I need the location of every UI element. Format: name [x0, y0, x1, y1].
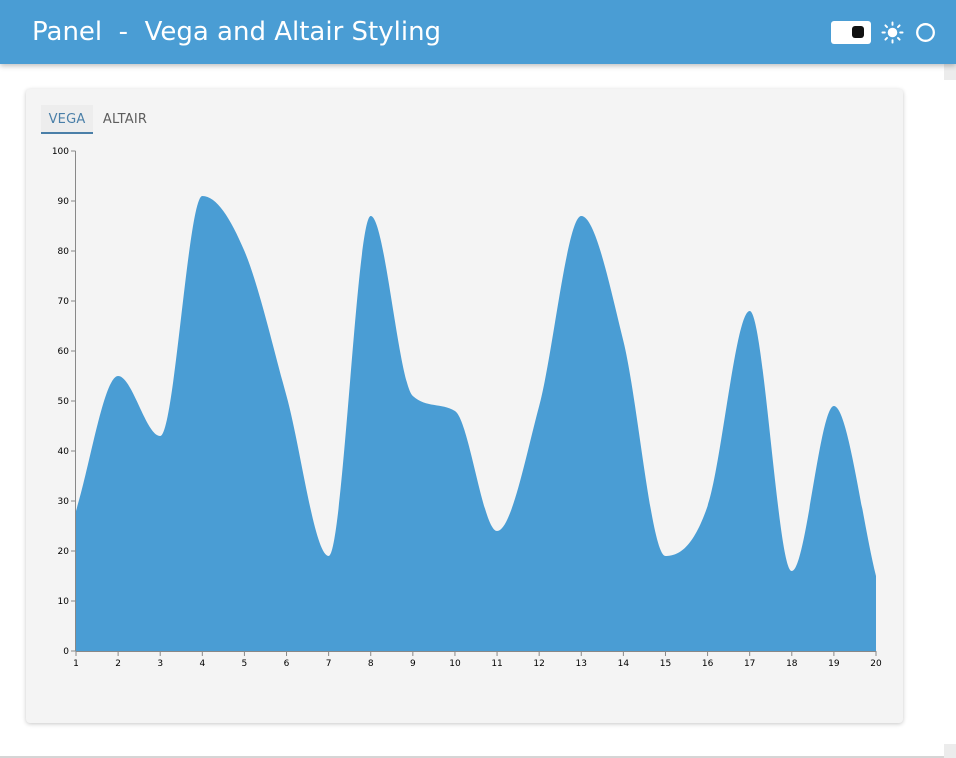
theme-toggle-icon[interactable] [831, 21, 871, 44]
x-tick-label: 12 [533, 659, 544, 669]
y-tick-label: 100 [52, 147, 69, 157]
x-tick-label: 6 [284, 659, 290, 669]
x-tick-label: 1 [73, 659, 79, 669]
x-tick-label: 4 [199, 659, 205, 669]
x-tick-label: 10 [449, 659, 461, 669]
x-tick-label: 9 [410, 659, 416, 669]
x-tick-label: 13 [576, 659, 587, 669]
scrollbar-top[interactable] [944, 64, 956, 80]
x-tick-label: 8 [368, 659, 374, 669]
y-tick-label: 80 [58, 247, 70, 257]
toggle-knob [852, 26, 864, 38]
scrollbar-bottom[interactable] [944, 744, 956, 758]
x-axis: 1 2 3 4 5 6 7 8 9 10 11 12 13 14 15 16 17 18 19 20 [73, 651, 882, 669]
x-tick-label: 11 [491, 659, 502, 669]
y-tick-label: 30 [58, 497, 70, 507]
x-tick-label: 3 [157, 659, 163, 669]
app-title: Panel - Vega and Altair Styling [32, 17, 442, 47]
x-tick-label: 15 [660, 659, 671, 669]
x-tick-label: 14 [618, 659, 630, 669]
app-header: Panel - Vega and Altair Styling [0, 0, 956, 64]
chart-card: VEGA ALTAIR 0 10 20 30 40 50 60 70 80 90 100 12345… [26, 89, 903, 723]
area-chart: 0102030405060708090100 1 2 3 4 5 6 7 8 9 10 11 12 13… [52, 147, 882, 669]
y-tick-label: 60 [58, 347, 70, 357]
y-tick-label: 40 [58, 447, 70, 457]
sun-icon[interactable] [881, 21, 904, 44]
x-tick-label: 20 [870, 659, 882, 669]
y-tick-label: 20 [58, 547, 70, 557]
x-tick-label: 2 [115, 659, 121, 669]
y-tick-label: 0 [63, 647, 69, 657]
x-tick-label: 18 [786, 659, 798, 669]
y-axis: 0 10 20 30 40 50 60 70 80 90 100 [52, 147, 76, 657]
y-tick-label: 90 [58, 197, 70, 207]
y-tick-label: 50 [58, 397, 70, 407]
area-series [76, 196, 876, 651]
x-tick-label: 19 [828, 659, 840, 669]
x-tick-label: 5 [242, 659, 248, 669]
x-tick-label: 17 [744, 659, 755, 669]
y-tick-label: 70 [58, 297, 70, 307]
x-tick-label: 7 [326, 659, 332, 669]
circle-icon[interactable] [915, 22, 936, 43]
y-tick-label: 10 [58, 597, 70, 607]
x-tick-label: 16 [702, 659, 714, 669]
